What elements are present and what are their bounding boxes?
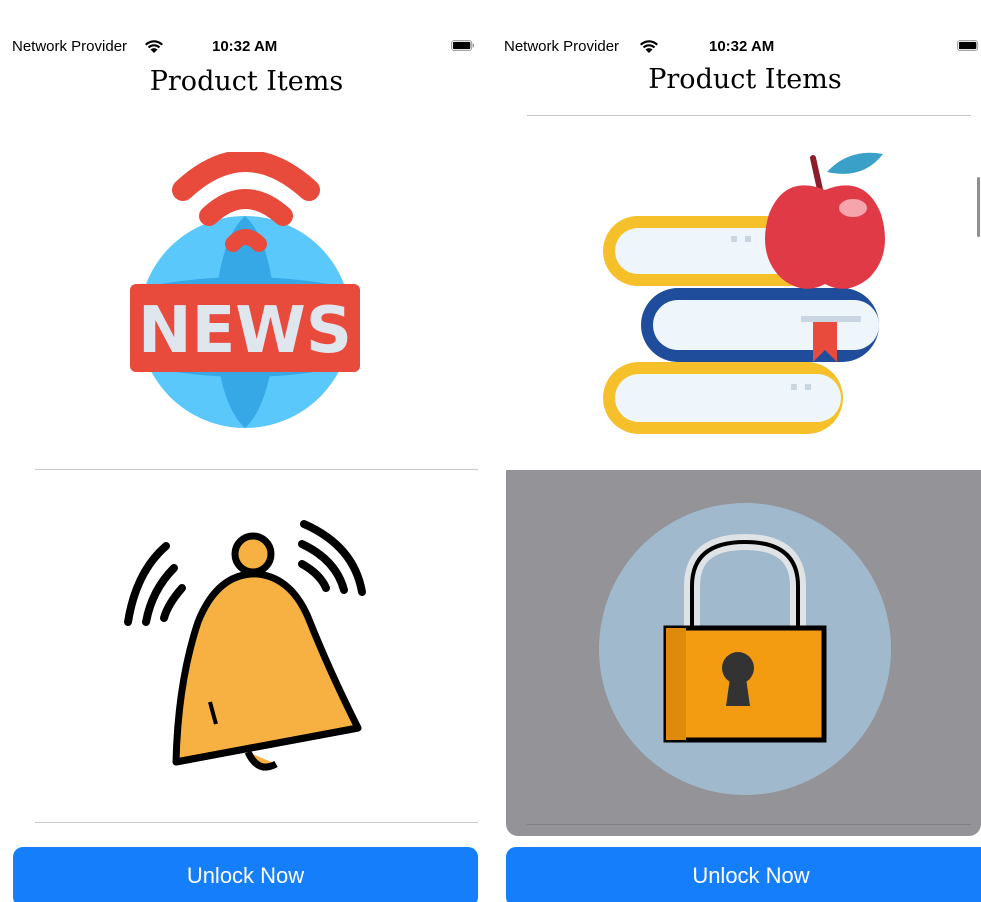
page-title: Product Items [149,66,344,97]
scroll-indicator[interactable] [977,177,980,237]
row-separator [527,115,971,116]
wifi-icon [145,40,163,53]
svg-text:NEWS: NEWS [138,294,352,368]
books-apple-icon[interactable] [601,150,891,440]
clock: 10:32 AM [212,38,278,55]
battery-icon [957,40,979,51]
row-separator [527,824,971,825]
battery-icon [451,40,474,51]
left-phone-screen: Network Provider 10:32 AM Product Items … [0,0,493,902]
row-separator [35,822,478,823]
ringing-bell-icon[interactable] [118,512,368,777]
wifi-icon [640,40,658,53]
padlock-icon[interactable] [598,502,892,796]
carrier-label: Network Provider [504,38,620,55]
status-bar: Network Provider 10:32 AM [0,36,493,58]
carrier-label: Network Provider [12,38,128,55]
status-bar: Network Provider 10:32 AM [493,36,981,58]
unlock-now-button[interactable]: Unlock Now [13,847,478,902]
page-title: Product Items [648,64,842,95]
row-separator [35,469,478,470]
right-phone-screen: Network Provider 10:32 AM Product Items [493,0,981,902]
unlock-now-button[interactable]: Unlock Now [506,847,981,902]
clock: 10:32 AM [709,38,775,55]
news-globe-icon[interactable]: NEWS [125,152,365,432]
